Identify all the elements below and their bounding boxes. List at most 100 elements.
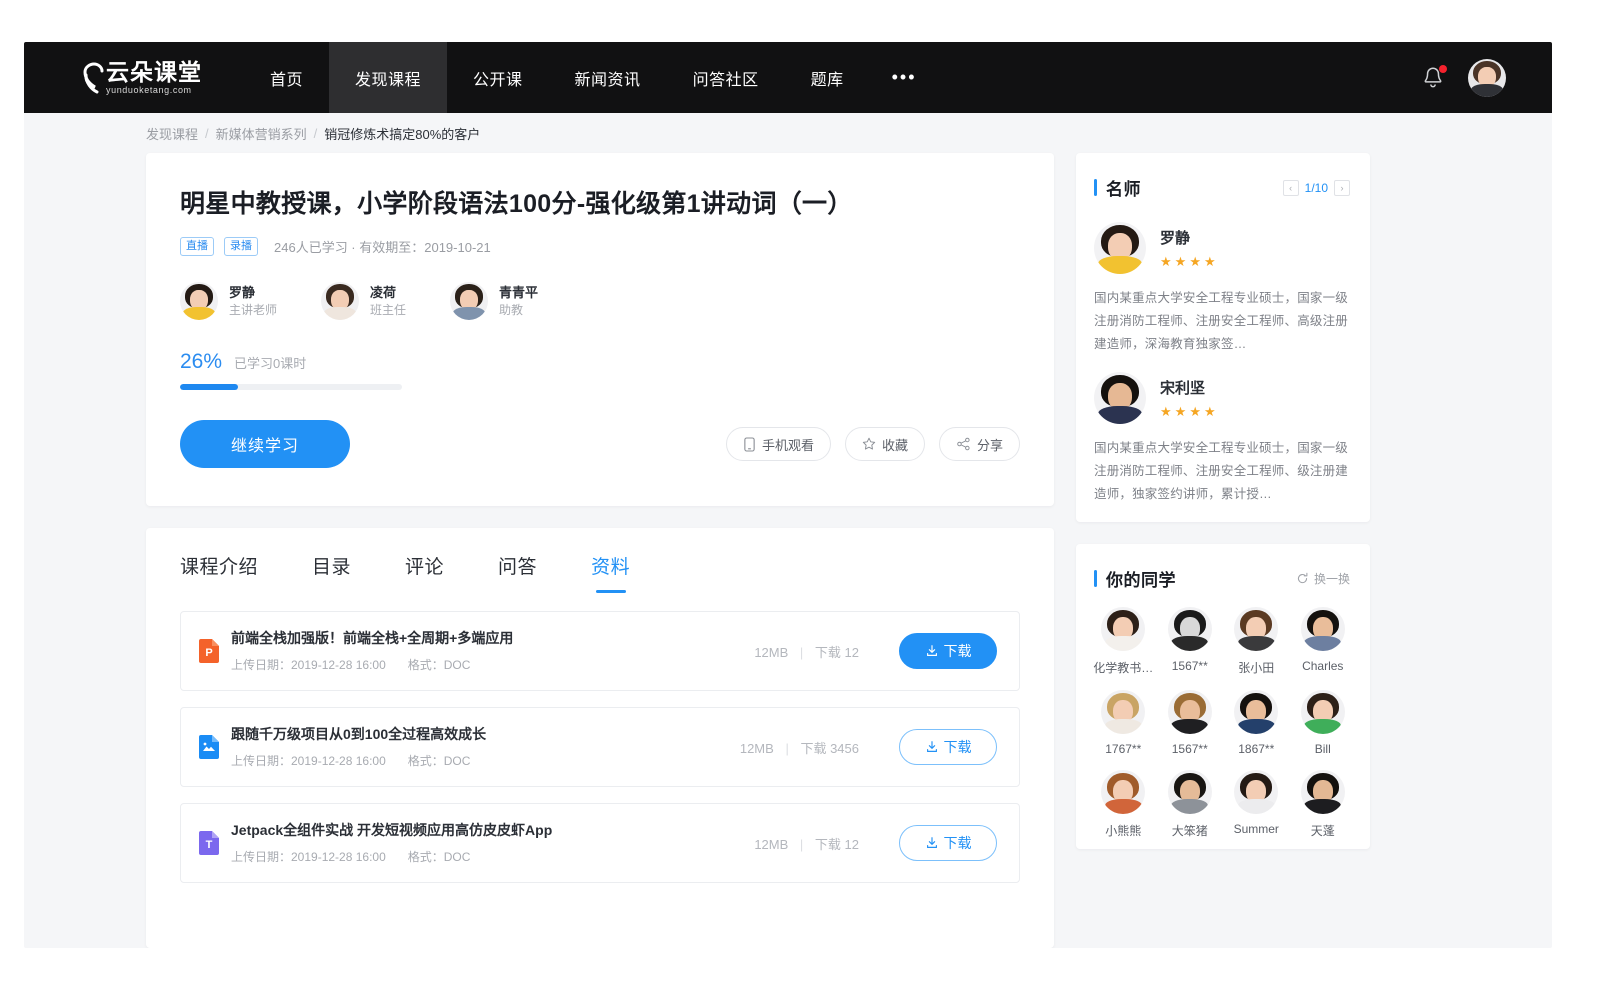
classmate-avatar <box>1168 607 1212 651</box>
nav-item-discover-courses[interactable]: 发现课程 <box>329 42 447 113</box>
famous-teacher-item[interactable]: 罗静 ★ ★ ★ ★ 国内某重点大学安全工程专业硕士，国家一级注册消防工 <box>1094 206 1352 356</box>
famous-teacher-avatar <box>1094 372 1146 424</box>
classmate-item[interactable]: 大笨猪 <box>1157 770 1224 839</box>
classmate-name: 大笨猪 <box>1172 822 1208 839</box>
tab-qa[interactable]: 问答 <box>498 552 537 593</box>
teacher-item[interactable]: 青青平 助教 <box>450 282 538 320</box>
classmate-name: 1567** <box>1172 742 1208 756</box>
download-icon <box>925 740 939 754</box>
breadcrumb-item-0[interactable]: 发现课程 <box>146 124 198 143</box>
star-icon: ★ <box>1204 254 1216 270</box>
tag-live: 直播 <box>180 237 214 256</box>
mobile-watch-label: 手机观看 <box>762 435 814 454</box>
breadcrumb-item-1[interactable]: 新媒体营销系列 <box>216 124 307 143</box>
classmate-name: Bill <box>1315 742 1331 756</box>
material-title: Jetpack全组件实战 开发短视频应用高仿皮皮虾App <box>231 821 754 840</box>
progress-label: 已学习0课时 <box>234 353 306 372</box>
teacher-name: 凌荷 <box>370 284 406 301</box>
svg-text:T: T <box>206 839 213 851</box>
download-button[interactable]: 下载 <box>899 729 997 765</box>
famous-teacher-name: 宋利坚 <box>1160 377 1216 398</box>
file-type-icon-image <box>199 735 219 759</box>
nav-item-question-bank[interactable]: 题库 <box>785 42 870 113</box>
material-upload-date: 上传日期：2019-12-28 16:00 <box>231 752 386 769</box>
classmate-item[interactable]: Charles <box>1290 607 1357 676</box>
classmate-name: Charles <box>1302 659 1343 673</box>
classmate-avatar <box>1101 770 1145 814</box>
classmate-avatar <box>1101 607 1145 651</box>
star-icon: ★ <box>1189 404 1201 420</box>
course-summary-card: 明星中教授课，小学阶段语法100分-强化级第1讲动词（一） 直播 录播 246人… <box>146 153 1054 506</box>
classmate-item[interactable]: 小熊熊 <box>1090 770 1157 839</box>
tab-materials[interactable]: 资料 <box>591 552 630 593</box>
pager-prev-button[interactable]: ‹ <box>1283 180 1299 196</box>
nav-item-more[interactable]: ••• <box>870 42 939 113</box>
site-logo[interactable]: 云朵课堂 yunduoketang.com <box>82 60 202 96</box>
classmate-item[interactable]: 天蓬 <box>1290 770 1357 839</box>
tab-course-intro[interactable]: 课程介绍 <box>180 552 258 593</box>
material-row: 跟随千万级项目从0到100全过程高效成长 上传日期：2019-12-28 16:… <box>180 707 1020 787</box>
famous-teacher-item[interactable]: 宋利坚 ★ ★ ★ ★ 国内某重点大学安全工程专业硕士，国家一级注册消防 <box>1094 356 1352 506</box>
browser-viewport: 云朵课堂 yunduoketang.com 首页 发现课程 公开课 新闻资讯 问… <box>24 42 1552 948</box>
breadcrumb: 发现课程 / 新媒体营销系列 / 销冠修炼术搞定80%的客户 <box>24 113 1552 153</box>
download-label: 下载 <box>944 833 972 853</box>
classmate-item[interactable]: 1867** <box>1223 690 1290 756</box>
notification-bell-button[interactable] <box>1420 65 1446 91</box>
classmate-item[interactable]: 1767** <box>1090 690 1157 756</box>
panel-accent-bar <box>1094 570 1097 587</box>
classmate-name: 1567** <box>1172 659 1208 673</box>
star-icon: ★ <box>1175 404 1187 420</box>
famous-teacher-desc: 国内某重点大学安全工程专业硕士，国家一级注册消防工程师、注册安全工程师、高级注册… <box>1094 287 1352 356</box>
breadcrumb-item-current: 销冠修炼术搞定80%的客户 <box>324 124 480 143</box>
stats-divider: | <box>785 741 788 756</box>
user-avatar[interactable] <box>1468 59 1506 97</box>
material-row: T Jetpack全组件实战 开发短视频应用高仿皮皮虾App 上传日期：2019… <box>180 803 1020 883</box>
nav-item-home[interactable]: 首页 <box>244 42 329 113</box>
material-stats: 12MB | 下载 12 <box>754 642 859 661</box>
nav-item-qa-community[interactable]: 问答社区 <box>667 42 785 113</box>
nav-item-public-class[interactable]: 公开课 <box>447 42 549 113</box>
classmate-name: 化学教书… <box>1093 659 1153 676</box>
share-button[interactable]: 分享 <box>939 427 1020 461</box>
material-stats: 12MB | 下载 12 <box>754 834 859 853</box>
classmate-item[interactable]: 化学教书… <box>1090 607 1157 676</box>
favorite-button[interactable]: 收藏 <box>845 427 925 461</box>
teacher-item[interactable]: 凌荷 班主任 <box>321 282 406 320</box>
classmates-title: 你的同学 <box>1106 566 1176 591</box>
share-label: 分享 <box>977 435 1003 454</box>
classmate-avatar <box>1301 770 1345 814</box>
progress-percent: 26% <box>180 350 222 374</box>
star-icon: ★ <box>1175 254 1187 270</box>
stats-divider: | <box>800 837 803 852</box>
classmate-item[interactable]: 1567** <box>1157 690 1224 756</box>
star-icon <box>862 437 876 451</box>
famous-teachers-list: 罗静 ★ ★ ★ ★ 国内某重点大学安全工程专业硕士，国家一级注册消防工 <box>1076 200 1370 522</box>
famous-teachers-panel: 名师 ‹ 1/10 › <box>1076 153 1370 522</box>
nav-item-news[interactable]: 新闻资讯 <box>549 42 667 113</box>
logo-text-en: yunduoketang.com <box>106 85 192 96</box>
breadcrumb-separator: / <box>314 126 318 141</box>
material-title: 前端全栈加强版！前端全栈+全周期+多端应用 <box>231 629 754 648</box>
panel-accent-bar <box>1094 179 1097 196</box>
classmate-item[interactable]: 1567** <box>1157 607 1224 676</box>
download-button[interactable]: 下载 <box>899 825 997 861</box>
tab-catalog[interactable]: 目录 <box>312 552 351 593</box>
refresh-classmates-button[interactable]: 换一换 <box>1296 570 1350 587</box>
mobile-watch-button[interactable]: 手机观看 <box>726 427 831 461</box>
logo-text-cn: 云朵课堂 <box>106 60 202 85</box>
material-size: 12MB <box>740 741 774 756</box>
teacher-item[interactable]: 罗静 主讲老师 <box>180 282 277 320</box>
material-downloads: 下载 12 <box>815 837 859 852</box>
continue-learning-button[interactable]: 继续学习 <box>180 420 350 468</box>
favorite-label: 收藏 <box>882 435 908 454</box>
material-format: 格式：DOC <box>408 848 471 865</box>
classmate-item[interactable]: Summer <box>1223 770 1290 839</box>
pager-next-button[interactable]: › <box>1334 180 1350 196</box>
download-button[interactable]: 下载 <box>899 633 997 669</box>
tab-comments[interactable]: 评论 <box>405 552 444 593</box>
classmate-item[interactable]: Bill <box>1290 690 1357 756</box>
classmate-item[interactable]: 张小田 <box>1223 607 1290 676</box>
download-icon <box>925 644 939 658</box>
material-format: 格式：DOC <box>408 752 471 769</box>
materials-list: P 前端全栈加强版！前端全栈+全周期+多端应用 上传日期：2019-12-28 … <box>180 611 1020 883</box>
